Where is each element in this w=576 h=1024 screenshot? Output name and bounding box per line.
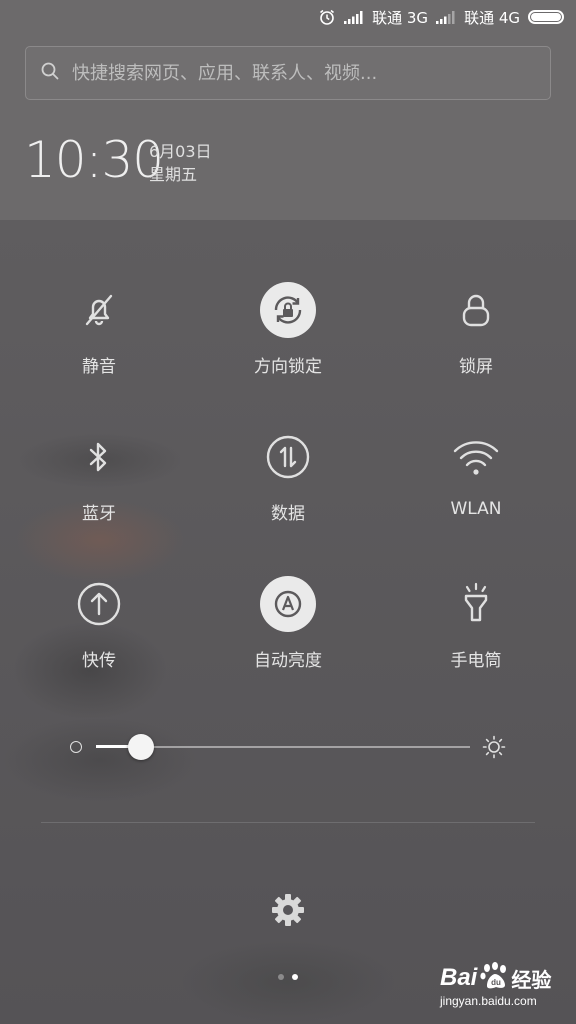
- toggle-label: WLAN: [450, 499, 502, 519]
- page-dot: [278, 974, 284, 980]
- baidu-paw-icon: du: [479, 962, 509, 994]
- date-block[interactable]: 6月03日 星期五: [149, 140, 212, 186]
- brightness-low-icon: [70, 741, 82, 753]
- carrier-2-label: 联通 4G: [464, 8, 520, 27]
- toggle-label: 数据: [271, 504, 305, 524]
- watermark-suffix: 经验: [511, 967, 552, 992]
- battery-icon: [528, 10, 564, 24]
- brightness-slider[interactable]: [66, 730, 514, 764]
- signal-icon: [344, 10, 364, 24]
- toggle-label: 蓝牙: [82, 504, 116, 524]
- lock-icon: [448, 282, 504, 338]
- flashlight-icon: [448, 576, 504, 632]
- upload-icon: [71, 576, 127, 632]
- toggle-label: 方向锁定: [254, 357, 322, 377]
- toggle-lock-screen[interactable]: 锁屏: [396, 282, 556, 392]
- toggle-bluetooth[interactable]: 蓝牙: [19, 429, 179, 539]
- toggle-quick-transfer[interactable]: 快传: [19, 576, 179, 686]
- alarm-icon: [318, 8, 336, 26]
- brightness-thumb[interactable]: [127, 734, 154, 760]
- data-icon: [260, 429, 316, 485]
- divider: [41, 822, 535, 823]
- bottom-glow: [180, 940, 396, 1024]
- date-label: 6月03日: [149, 142, 212, 161]
- wifi-icon: [448, 429, 504, 485]
- toggle-label: 静音: [82, 357, 116, 377]
- toggle-data[interactable]: 数据: [208, 429, 368, 539]
- baidu-jingyan-watermark: Bai du 经验 jingyan.baidu.com: [440, 962, 570, 1014]
- page-indicator: [278, 974, 298, 980]
- search-box[interactable]: [25, 46, 551, 100]
- rotation-lock-icon: [260, 282, 316, 338]
- toggle-label: 快传: [82, 651, 116, 671]
- bluetooth-icon: [71, 429, 127, 485]
- toggle-wlan[interactable]: WLAN: [396, 429, 556, 539]
- toggle-auto-brightness[interactable]: 自动亮度: [208, 576, 368, 686]
- toggle-label: 手电筒: [450, 651, 502, 671]
- toggle-label: 自动亮度: [254, 651, 322, 671]
- page-dot-active: [292, 974, 298, 980]
- toggle-rotation-lock[interactable]: 方向锁定: [208, 282, 368, 392]
- signal-icon: [436, 10, 456, 24]
- weekday-label: 星期五: [149, 165, 198, 184]
- search-icon: [40, 61, 72, 85]
- clock-time[interactable]: 10:30: [24, 132, 164, 188]
- watermark-url: jingyan.baidu.com: [440, 994, 537, 1008]
- carrier-1-label: 联通 3G: [372, 8, 429, 27]
- toggle-label: 锁屏: [459, 357, 493, 377]
- brightness-high-icon: [482, 735, 506, 763]
- bell-off-icon: [71, 282, 127, 338]
- watermark-brand: Bai: [440, 964, 478, 991]
- toggle-silent[interactable]: 静音: [19, 282, 179, 392]
- toggle-flashlight[interactable]: 手电筒: [396, 576, 556, 686]
- settings-gear-icon[interactable]: [270, 892, 306, 932]
- svg-text:du: du: [491, 978, 501, 987]
- search-input[interactable]: [72, 62, 512, 84]
- status-bar: 联通 3G 联通 4G: [318, 4, 564, 30]
- auto-brightness-icon: [260, 576, 316, 632]
